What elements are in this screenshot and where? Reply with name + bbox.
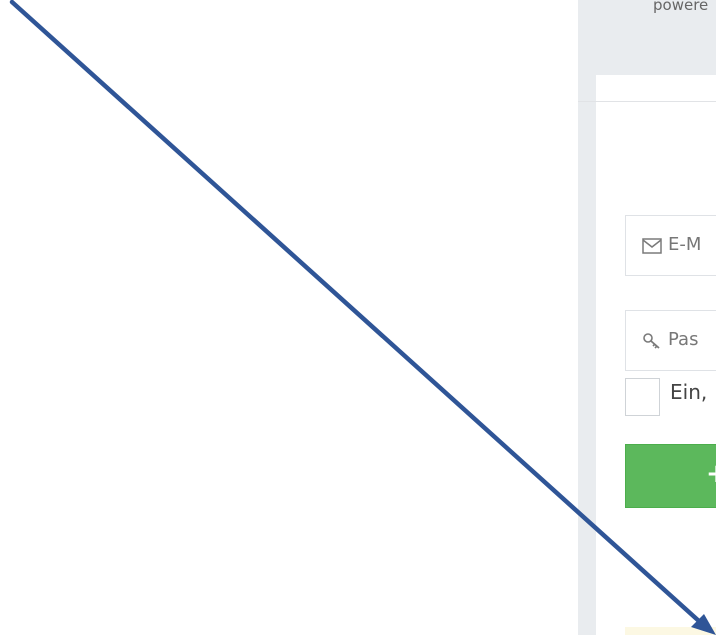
login-button[interactable]: + — [625, 444, 716, 508]
sign-in-icon: + — [706, 459, 716, 489]
remember-me-label: Ein, — [670, 380, 708, 404]
password-field[interactable]: Pas — [625, 310, 716, 371]
remember-me-checkbox[interactable] — [625, 378, 660, 416]
card-divider — [578, 101, 716, 102]
alert-strip — [625, 627, 716, 635]
powered-by-text: powere — [653, 0, 709, 14]
email-placeholder: E-M — [668, 234, 702, 255]
envelope-icon — [642, 237, 662, 255]
key-icon — [642, 332, 662, 350]
email-field[interactable]: E-M — [625, 215, 716, 276]
password-placeholder: Pas — [668, 329, 699, 350]
login-panel: powere E-M Pas Ein, + — [578, 0, 716, 635]
